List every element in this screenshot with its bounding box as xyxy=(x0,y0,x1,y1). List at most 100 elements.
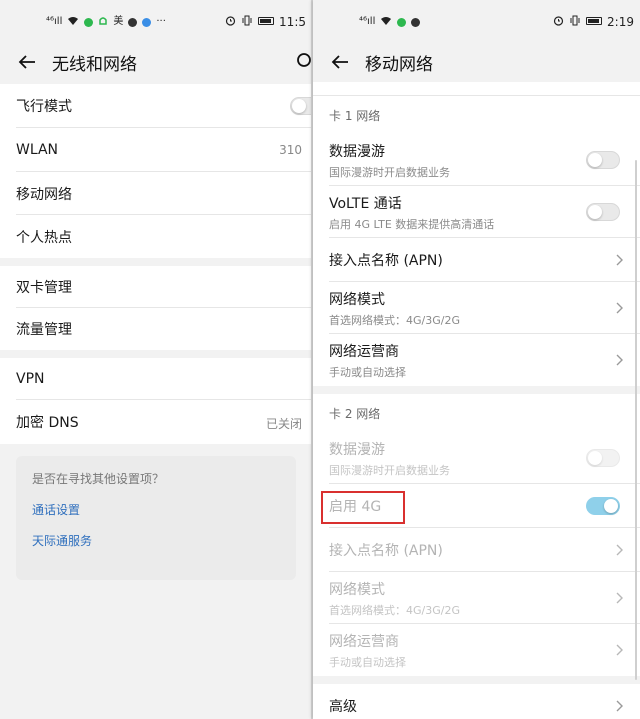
more-icon: ··· xyxy=(156,16,166,27)
back-arrow-icon[interactable] xyxy=(329,51,351,73)
vibrate-icon xyxy=(569,15,581,29)
sim1-network-mode-row[interactable]: 网络模式 首选网络模式：4G/3G/2G xyxy=(313,282,640,334)
sim1-volte-toggle[interactable] xyxy=(586,203,620,221)
sim2-enable-4g-toggle[interactable] xyxy=(586,497,620,515)
sim1-data-roaming-row[interactable]: 数据漫游 国际漫游时开启数据业务 xyxy=(313,134,640,186)
alarm-icon xyxy=(225,15,236,29)
network-group-1: 飞行模式 WLAN 310 移动网络 个人热点 xyxy=(0,84,312,258)
advanced-section: 高级 xyxy=(313,684,640,719)
back-arrow-icon[interactable] xyxy=(16,51,38,73)
sim1-data-roaming-toggle[interactable] xyxy=(586,151,620,169)
row-title: 网络运营商 xyxy=(329,633,399,650)
suggestions-box: 是否在寻找其他设置项？ 通话设置 天际通服务 xyxy=(16,456,296,580)
skytone-service-link[interactable]: 天际通服务 xyxy=(32,532,280,549)
chevron-right-icon xyxy=(616,700,623,712)
row-subtitle: 首选网络模式：4G/3G/2G xyxy=(329,313,460,327)
row-title: VoLTE 通话 xyxy=(329,195,402,212)
row-title: 接入点名称 (APN) xyxy=(329,543,443,559)
sim2-network-section: 卡 2 网络 数据漫游 国际漫游时开启数据业务 启用 4G 接入点名称 (APN… xyxy=(313,394,640,676)
row-title: 双卡管理 xyxy=(16,280,72,296)
vpn-row[interactable]: VPN xyxy=(0,358,312,400)
mobile-network-row[interactable]: 移动网络 xyxy=(0,172,312,215)
row-title: 高级 xyxy=(329,699,357,715)
row-title: 个人热点 xyxy=(16,229,72,246)
row-subtitle: 手动或自动选择 xyxy=(329,655,406,669)
row-title: 接入点名称 (APN) xyxy=(329,253,443,269)
chevron-right-icon xyxy=(616,354,623,366)
dns-value: 已关闭 xyxy=(265,417,302,431)
row-subtitle: 国际漫游时开启数据业务 xyxy=(329,165,450,179)
sim1-section-label: 卡 1 网络 xyxy=(313,96,640,134)
row-title: 数据漫游 xyxy=(329,441,385,458)
sim2-section-label: 卡 2 网络 xyxy=(313,394,640,432)
private-dns-row[interactable]: 加密 DNS 已关闭 xyxy=(0,400,312,444)
row-title: 数据漫游 xyxy=(329,143,385,160)
airplane-mode-row[interactable]: 飞行模式 xyxy=(0,84,312,128)
signal-icon: ⁴⁶ıll xyxy=(359,16,376,27)
chevron-right-icon xyxy=(616,254,623,266)
network-group-3: VPN 加密 DNS 已关闭 xyxy=(0,358,312,444)
chat-icon xyxy=(411,17,421,27)
app-bar: 无线和网络 xyxy=(0,44,312,80)
clock-time: 2:19 xyxy=(607,15,634,29)
advanced-row[interactable]: 高级 xyxy=(313,684,640,719)
wifi-icon xyxy=(67,16,79,29)
alarm-icon xyxy=(553,15,564,29)
search-icon[interactable] xyxy=(294,52,312,74)
sim2-data-roaming-toggle[interactable] xyxy=(586,449,620,467)
call-settings-link[interactable]: 通话设置 xyxy=(32,501,280,518)
sim1-carrier-row[interactable]: 网络运营商 手动或自动选择 xyxy=(313,334,640,386)
sim2-apn-row[interactable]: 接入点名称 (APN) xyxy=(313,528,640,572)
airplane-mode-toggle[interactable] xyxy=(290,97,312,115)
sim2-network-mode-row[interactable]: 网络模式 首选网络模式：4G/3G/2G xyxy=(313,572,640,624)
row-title: 流量管理 xyxy=(16,322,72,338)
bell-icon xyxy=(98,16,108,29)
sim2-carrier-row[interactable]: 网络运营商 手动或自动选择 xyxy=(313,624,640,676)
row-subtitle: 首选网络模式：4G/3G/2G xyxy=(329,603,460,617)
row-title: 网络运营商 xyxy=(329,343,399,360)
chevron-right-icon xyxy=(616,302,623,314)
row-title: 移动网络 xyxy=(16,186,72,203)
sim1-apn-row[interactable]: 接入点名称 (APN) xyxy=(313,238,640,282)
row-subtitle: 启用 4G LTE 数据来提供高清通话 xyxy=(329,217,495,231)
app-notification-icon xyxy=(397,17,407,27)
row-subtitle: 手动或自动选择 xyxy=(329,365,406,379)
row-title: 飞行模式 xyxy=(16,99,72,115)
app-blue-icon xyxy=(142,17,152,27)
row-title: 网络模式 xyxy=(329,581,385,598)
vibrate-icon xyxy=(241,15,253,29)
sim1-volte-row[interactable]: VoLTE 通话 启用 4G LTE 数据来提供高清通话 xyxy=(313,186,640,238)
wlan-row[interactable]: WLAN 310 xyxy=(0,128,312,172)
page-title: 无线和网络 xyxy=(52,54,137,75)
meituan-char-icon: 美 xyxy=(113,16,124,27)
clock-time: 11:5 xyxy=(279,15,306,29)
battery-icon xyxy=(258,16,275,28)
chevron-right-icon xyxy=(616,544,623,556)
scrollbar[interactable] xyxy=(635,160,637,680)
wifi-icon xyxy=(380,16,392,29)
camera-notification-icon xyxy=(128,17,138,27)
row-title: 加密 DNS xyxy=(16,415,79,431)
wlan-value: 310 xyxy=(279,143,302,157)
chevron-right-icon xyxy=(616,592,623,604)
row-title: WLAN xyxy=(16,142,59,158)
row-subtitle: 国际漫游时开启数据业务 xyxy=(329,463,450,477)
row-title: VPN xyxy=(16,371,45,387)
app-bar: 移动网络 xyxy=(313,44,640,80)
data-usage-row[interactable]: 流量管理 xyxy=(0,308,312,350)
sim2-data-roaming-row[interactable]: 数据漫游 国际漫游时开启数据业务 xyxy=(313,432,640,484)
right-screen: ⁴⁶ıll 2:19 移动网络 卡 1 网络 数据漫游 国际漫游时开启数据业务 … xyxy=(313,0,640,719)
dual-sim-row[interactable]: 双卡管理 xyxy=(0,266,312,308)
row-title: 网络模式 xyxy=(329,291,385,308)
left-screen: ⁴⁶ıll 美 ··· 11:5 无线和网络 飞行模式 WLAN 310 移动网… xyxy=(0,0,312,719)
page-title: 移动网络 xyxy=(365,54,433,75)
hotspot-row[interactable]: 个人热点 xyxy=(0,215,312,258)
highlight-annotation-box xyxy=(321,491,405,524)
suggestion-question: 是否在寻找其他设置项？ xyxy=(32,472,165,486)
battery-icon xyxy=(586,16,603,28)
network-group-2: 双卡管理 流量管理 xyxy=(0,266,312,350)
status-bar: ⁴⁶ıll 美 ··· 11:5 xyxy=(0,0,312,44)
status-bar: ⁴⁶ıll 2:19 xyxy=(313,0,640,44)
signal-icon: ⁴⁶ıll xyxy=(46,16,63,27)
app-notification-icon xyxy=(84,17,94,27)
